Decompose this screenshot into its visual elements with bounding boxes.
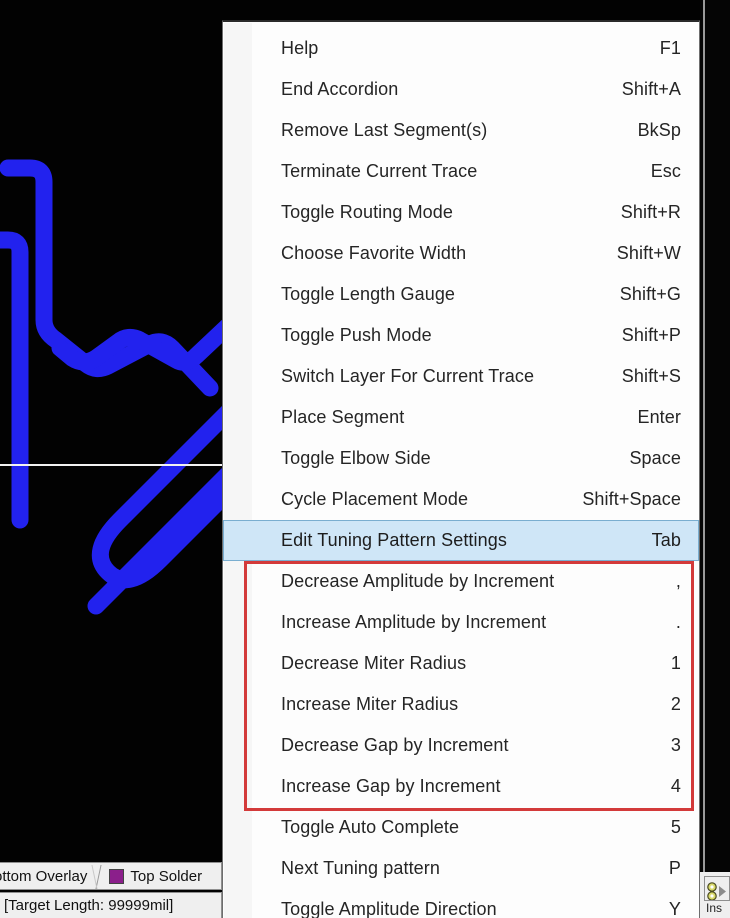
menu-item[interactable]: Toggle Auto Complete 5 [223,807,699,848]
altium-pcb-editor-window: Help F1 End Accordion Shift+A Remove Last Se… [0,0,730,918]
menu-item-label: Toggle Routing Mode [281,202,454,222]
menu-item-shortcut: F1 [659,38,681,58]
menu-item-shortcut: Enter [637,407,681,427]
menu-item-shortcut: P [668,858,681,878]
menu-item-label: Decrease Gap by Increment [281,735,509,755]
menu-item-shortcut: Y [668,899,681,918]
menu-item-label: Toggle Push Mode [281,325,432,345]
menu-item[interactable]: Increase Gap by Increment 4 [223,766,699,807]
menu-item[interactable]: Place Segment Enter [223,397,699,438]
menu-item-shortcut: , [675,571,681,591]
menu-item-shortcut: Shift+W [616,243,681,263]
menu-item-label: Switch Layer For Current Trace [281,366,535,386]
menu-item-label: End Accordion [281,79,399,99]
menu-item-label: Remove Last Segment(s) [281,120,488,140]
menu-item[interactable]: Toggle Push Mode Shift+P [223,315,699,356]
menu-item-shortcut: Esc [650,161,681,181]
menu-item[interactable]: Terminate Current Trace Esc [223,151,699,192]
menu-item-shortcut: . [675,612,681,632]
layer-tab-bottom-overlay[interactable]: ottom Overlay [0,863,91,889]
menu-item-shortcut: Shift+P [621,325,681,345]
menu-item-shortcut: Shift+S [621,366,681,386]
menu-item[interactable]: Decrease Miter Radius 1 [223,643,699,684]
layer-tab-label: ottom Overlay [0,867,88,885]
menu-item-label: Edit Tuning Pattern Settings [281,530,507,550]
panel-divider-vertical [703,0,705,918]
menu-item[interactable]: Remove Last Segment(s) BkSp [223,110,699,151]
menu-item-label: Toggle Amplitude Direction [281,899,497,918]
menu-item-label: Decrease Miter Radius [281,653,467,673]
menu-item[interactable]: Toggle Elbow Side Space [223,438,699,479]
menu-item-label: Increase Miter Radius [281,694,459,714]
menu-item[interactable]: Help F1 [223,28,699,69]
menu-item-shortcut: 3 [670,735,681,755]
status-bar: [Target Length: 99999mil] [0,892,222,918]
menu-item[interactable]: Cycle Placement Mode Shift+Space [223,479,699,520]
menu-item-label: Cycle Placement Mode [281,489,469,509]
layer-tab-top-solder[interactable]: Top Solder [105,863,206,889]
target-length-readout: [Target Length: 99999mil] [4,897,174,914]
menu-item[interactable]: Choose Favorite Width Shift+W [223,233,699,274]
menu-item-shortcut: BkSp [637,120,681,140]
menu-item-label: Increase Amplitude by Increment [281,612,547,632]
menu-item-label: Increase Gap by Increment [281,776,501,796]
menu-item-label: Toggle Auto Complete [281,817,460,837]
menu-item-shortcut: Space [629,448,681,468]
menu-item-shortcut: 4 [670,776,681,796]
menu-item[interactable]: Decrease Gap by Increment 3 [223,725,699,766]
menu-item-shortcut: Shift+Space [582,489,681,509]
menu-item-label: Help [281,38,319,58]
menu-item-label: Choose Favorite Width [281,243,467,263]
menu-item-label: Terminate Current Trace [281,161,478,181]
menu-item[interactable]: Switch Layer For Current Trace Shift+S [223,356,699,397]
ins-text: Ins [706,901,723,915]
menu-item-shortcut: Tab [651,530,681,550]
menu-item[interactable]: Decrease Amplitude by Increment, [223,561,699,602]
shortcut-context-menu[interactable]: Help F1 End Accordion Shift+A Remove Last Se… [222,20,700,918]
layer-color-swatch-icon [109,868,125,884]
layer-tab-label: Top Solder [130,867,203,885]
menu-item[interactable]: Increase Miter Radius 2 [223,684,699,725]
menu-item-label: Decrease Amplitude by Increment [281,571,555,591]
menu-item[interactable]: Edit Tuning Pattern Settings Tab [223,520,699,561]
menu-item-shortcut: 2 [670,694,681,714]
menu-item-list: Help F1 End Accordion Shift+A Remove Last Se… [223,22,699,918]
menu-item-label: Next Tuning pattern [281,858,440,878]
menu-item-shortcut: Shift+G [619,284,681,304]
menu-item[interactable]: Toggle Routing Mode Shift+R [223,192,699,233]
layer-tab-separator [91,863,105,889]
menu-item-label: Toggle Elbow Side [281,448,431,468]
menu-item-shortcut: 5 [670,817,681,837]
insert-mode-indicator: Ins [704,900,730,918]
menu-item[interactable]: Toggle Length Gauge Shift+G [223,274,699,315]
menu-item[interactable]: Increase Amplitude by Increment. [223,602,699,643]
menu-item-label: Toggle Length Gauge [281,284,456,304]
menu-item-label: Place Segment [281,407,405,427]
menu-item-shortcut: 1 [670,653,681,673]
menu-item[interactable]: Toggle Amplitude Direction Y [223,889,699,918]
menu-item[interactable]: Next Tuning pattern P [223,848,699,889]
layer-tab-bar[interactable]: ottom Overlay Top Solder [0,862,222,890]
menu-item-shortcut: Shift+A [621,79,681,99]
menu-item-shortcut: Shift+R [620,202,681,222]
menu-item[interactable]: End Accordion Shift+A [223,69,699,110]
